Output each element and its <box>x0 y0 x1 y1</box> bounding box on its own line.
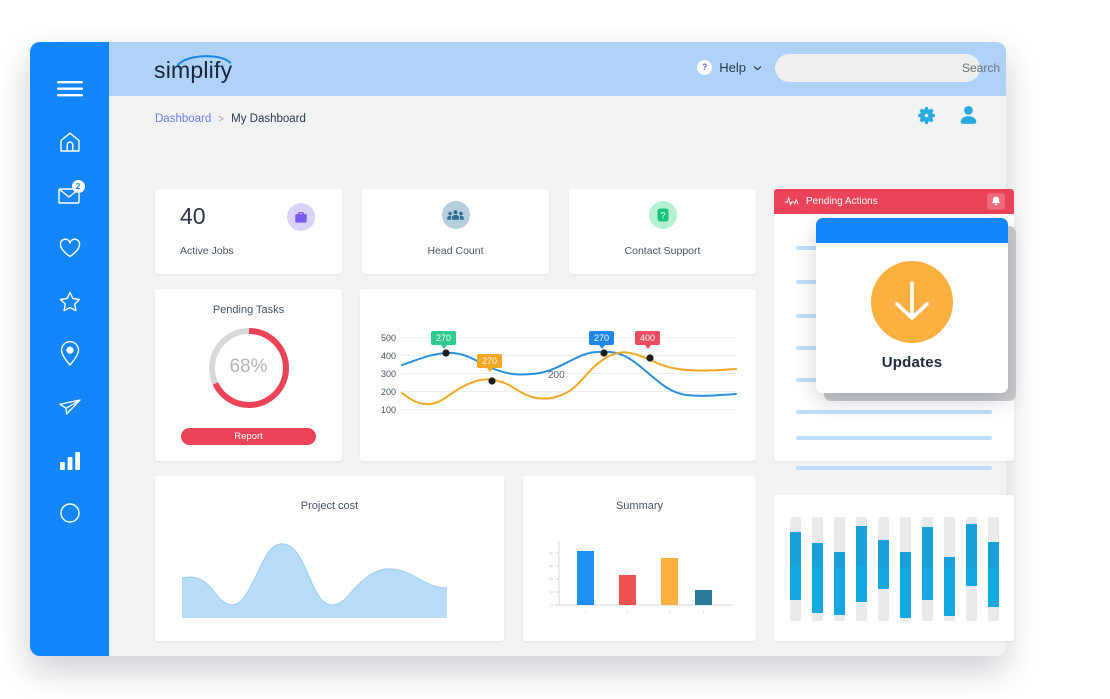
breadcrumb-bar: Dashboard > My Dashboard <box>109 96 1006 145</box>
paper-plane-send-icon <box>58 397 82 417</box>
breadcrumb-root[interactable]: Dashboard <box>155 113 211 125</box>
user-account-icon[interactable] <box>959 105 978 126</box>
location-pin-icon <box>59 341 81 367</box>
pending-tasks-card: Pending Tasks 68% Report <box>155 289 342 461</box>
app-logo-text: simplify <box>154 57 233 83</box>
stat-card-head-count[interactable]: Head Count <box>362 189 549 274</box>
mail-unread-badge: 2 <box>71 180 85 193</box>
svg-text:1: 1 <box>585 610 587 614</box>
list-item <box>796 466 992 470</box>
tooltip-orange: 270 <box>477 354 503 372</box>
sidebar-item-starred[interactable] <box>47 278 93 324</box>
sidebar-item-home[interactable] <box>47 119 93 165</box>
chevron-down-icon <box>753 58 762 76</box>
heart-icon <box>58 237 82 259</box>
active-jobs-label: Active Jobs <box>180 245 234 257</box>
line-chart: 500 400 300 200 100 270 270 270 400 200 <box>360 289 756 461</box>
list-item <box>796 436 992 440</box>
svg-text:0: 0 <box>551 603 553 607</box>
updates-popup-card[interactable]: Updates <box>816 218 1008 393</box>
help-menu[interactable]: ? Help <box>697 58 762 76</box>
pending-actions-title: Pending Actions <box>806 196 878 207</box>
search-submit-label[interactable]: Search <box>952 61 1014 75</box>
tooltip-green: 270 <box>431 331 457 349</box>
search-input[interactable] <box>775 55 952 81</box>
hamburger-menu-icon <box>56 80 83 98</box>
briefcase-icon <box>287 203 315 231</box>
breadcrumb: Dashboard > My Dashboard <box>155 113 306 125</box>
home-icon <box>58 130 82 154</box>
tooltip-red-text: 400 <box>640 333 656 343</box>
svg-text:40: 40 <box>549 551 553 555</box>
sidebar-item-menu[interactable] <box>47 66 93 112</box>
question-mark-icon: ? <box>648 201 677 229</box>
active-jobs-value: 40 <box>180 203 206 229</box>
head-count-label: Head Count <box>427 245 484 257</box>
header-action-icons <box>916 105 978 126</box>
sidebar-item-favorites[interactable] <box>47 225 93 271</box>
svg-text:?: ? <box>660 210 666 220</box>
svg-text:30: 30 <box>549 564 553 568</box>
chart-annotation-200: 200 <box>548 370 565 381</box>
tooltip-green-text: 270 <box>436 333 452 343</box>
pending-tasks-percent: 68% <box>229 356 268 377</box>
circle-icon <box>59 502 81 524</box>
pending-tasks-title: Pending Tasks <box>212 304 285 316</box>
trend-line-chart-card: 500 400 300 200 100 270 270 270 400 200 <box>360 289 756 461</box>
app-logo[interactable]: simplify <box>154 55 264 85</box>
project-cost-card: Project cost <box>155 476 504 641</box>
tooltip-blue-text: 270 <box>594 333 610 343</box>
search-bar[interactable]: Search <box>775 54 1000 82</box>
sidebar-item-send[interactable] <box>47 384 93 430</box>
pending-tasks-donut-chart: 68% <box>205 324 293 412</box>
pending-actions-header: Pending Actions <box>774 189 1014 214</box>
svg-text:20: 20 <box>549 577 553 581</box>
help-label: Help <box>719 59 746 75</box>
range-chart-card <box>774 495 1014 641</box>
top-bar: simplify ? Help Search <box>109 42 1006 96</box>
report-button[interactable]: Report <box>181 428 316 445</box>
list-item <box>796 410 992 414</box>
svg-text:3: 3 <box>669 610 671 614</box>
help-question-icon: ? <box>697 59 713 75</box>
sidebar: 2 <box>30 42 109 656</box>
svg-text:4: 4 <box>703 610 705 614</box>
svg-text:10: 10 <box>549 590 553 594</box>
sidebar-item-analytics[interactable] <box>47 437 93 483</box>
people-group-icon <box>441 201 470 229</box>
breadcrumb-separator: > <box>218 113 225 125</box>
contact-support-label: Contact Support <box>624 245 701 257</box>
breadcrumb-current: My Dashboard <box>231 113 306 125</box>
stat-card-active-jobs[interactable]: 40 Active Jobs <box>155 189 342 274</box>
tooltip-blue: 270 <box>589 331 615 349</box>
svg-text:2: 2 <box>627 610 629 614</box>
tooltip-red: 400 <box>635 331 661 349</box>
download-arrow-icon <box>871 261 953 343</box>
star-icon <box>58 290 82 313</box>
stat-card-contact-support[interactable]: Contact Support ? <box>569 189 756 274</box>
bar-chart-icon <box>58 449 82 471</box>
sidebar-item-location[interactable] <box>47 331 93 377</box>
settings-gear-icon[interactable] <box>916 105 937 126</box>
updates-title-bar <box>816 218 1008 243</box>
sidebar-item-mail[interactable]: 2 <box>47 172 93 218</box>
tooltip-orange-text: 270 <box>482 356 498 366</box>
updates-label: Updates <box>881 354 943 371</box>
sidebar-item-status[interactable] <box>47 490 93 536</box>
activity-pulse-icon <box>784 196 799 207</box>
summary-card: Summary 0 10 20 30 40 1 2 3 4 <box>523 476 756 641</box>
bell-icon[interactable] <box>987 193 1005 215</box>
